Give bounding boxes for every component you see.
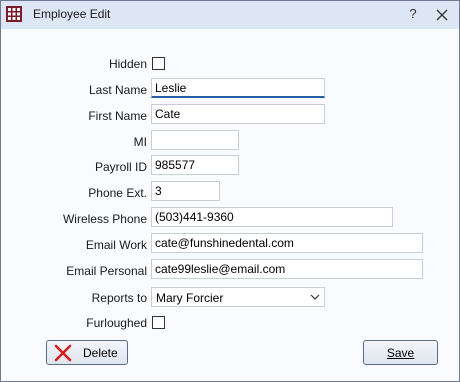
reports-to-label: Reports to bbox=[91, 291, 147, 305]
first-name-field[interactable] bbox=[151, 104, 325, 124]
mi-field[interactable] bbox=[151, 130, 239, 150]
chevron-down-icon bbox=[310, 294, 320, 300]
furloughed-label: Furloughed bbox=[86, 316, 147, 330]
help-icon[interactable]: ? bbox=[404, 6, 422, 24]
title-bar: Employee Edit ? bbox=[1, 1, 459, 29]
phone-ext-label: Phone Ext. bbox=[88, 186, 147, 200]
last-name-field[interactable] bbox=[151, 78, 325, 98]
employee-edit-window: Employee Edit ? Hidden Last Name First N… bbox=[0, 0, 460, 382]
phone-ext-field[interactable] bbox=[151, 181, 220, 201]
grid-app-icon bbox=[6, 6, 22, 22]
close-icon[interactable] bbox=[431, 4, 453, 26]
hidden-label: Hidden bbox=[108, 57, 147, 71]
wireless-phone-label: Wireless Phone bbox=[62, 212, 147, 226]
email-work-label: Email Work bbox=[85, 238, 147, 252]
last-name-label: Last Name bbox=[88, 83, 147, 97]
wireless-phone-field[interactable] bbox=[151, 207, 393, 227]
email-work-field[interactable] bbox=[151, 233, 423, 253]
email-personal-label: Email Personal bbox=[66, 264, 147, 278]
hidden-checkbox[interactable] bbox=[152, 57, 165, 70]
delete-button-label: Delete bbox=[83, 346, 118, 360]
save-button-label: Save bbox=[386, 346, 415, 360]
reports-to-dropdown[interactable]: Mary Forcier bbox=[151, 287, 325, 307]
furloughed-checkbox[interactable] bbox=[152, 316, 165, 329]
reports-to-value: Mary Forcier bbox=[156, 291, 224, 305]
first-name-label: First Name bbox=[88, 109, 147, 123]
email-personal-field[interactable] bbox=[151, 259, 423, 279]
save-button[interactable]: Save bbox=[363, 340, 438, 365]
mi-label: MI bbox=[133, 135, 147, 149]
window-title: Employee Edit bbox=[33, 7, 111, 21]
payroll-id-field[interactable] bbox=[151, 155, 239, 175]
delete-button[interactable]: Delete bbox=[46, 340, 128, 365]
delete-x-icon bbox=[54, 344, 72, 362]
payroll-id-label: Payroll ID bbox=[94, 160, 147, 174]
